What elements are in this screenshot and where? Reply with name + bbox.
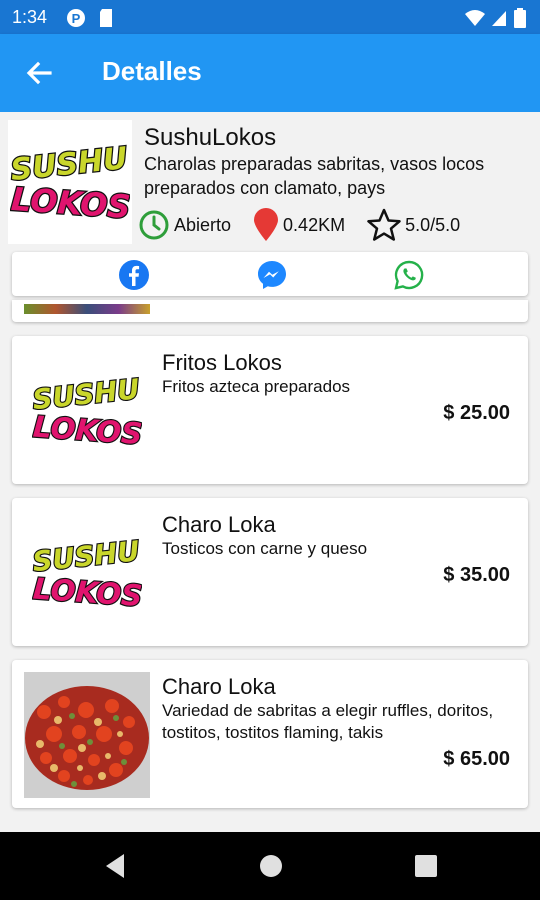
open-status: Abierto [138,209,231,241]
store-logo: SUSHU LOKOS [8,120,132,244]
sd-card-icon [100,9,112,27]
rating-label: 5.0/5.0 [405,214,461,235]
social-links [12,252,528,296]
product-price: $ 25.00 [443,402,510,424]
clock-icon [139,210,169,240]
back-nav-icon[interactable] [102,852,128,880]
product-name: Fritos Lokos [162,350,282,375]
distance: 0.42KM [253,208,345,242]
store-header: SUSHU LOKOS SushuLokos Charolas preparad… [0,112,540,252]
distance-label: 0.42KM [283,214,346,235]
product-price: $ 35.00 [443,564,510,586]
svg-text:LOKOS: LOKOS [10,180,130,226]
status-time: 1:34 [12,7,48,27]
cell-signal-icon [492,11,506,26]
product-description: Variedad de sabritas a elegir ruffles, d… [162,701,494,742]
svg-text:LOKOS: LOKOS [32,410,142,452]
product-image [24,304,150,314]
product-description: Fritos azteca preparados [162,377,351,396]
facebook-icon[interactable] [118,259,150,291]
system-nav-bar [0,832,540,900]
status-bar: 1:34 P [0,0,540,34]
product-card[interactable]: SUSHU LOKOS Charo Loka Tosticos con carn… [12,498,528,646]
store-description: Charolas preparadas sabritas, vasos loco… [144,154,485,198]
product-price: $ 65.00 [443,748,510,770]
sushulokos-logo: SUSHU LOKOS [32,534,142,614]
open-status-label: Abierto [174,214,232,235]
whatsapp-icon[interactable] [393,259,425,291]
product-image [24,672,150,798]
product-card[interactable]: Charo Loka Variedad de sabritas a elegir… [12,660,528,808]
battery-icon [514,8,526,28]
food-photo [24,672,150,798]
sushulokos-logo: SUSHU LOKOS [32,372,142,452]
home-nav-icon[interactable] [258,852,284,880]
page-title: Detalles [102,56,202,86]
arrow-left-icon[interactable] [24,58,54,88]
store-meta: Abierto 0.42KM 5.0/5.0 [138,208,482,242]
rating: 5.0/5.0 [367,208,460,242]
notification-p-icon: P [67,9,85,27]
wifi-icon [465,10,485,26]
product-description: Tosticos con carne y queso [162,539,368,558]
product-name: Charo Loka [162,512,276,537]
product-card[interactable]: SUSHU LOKOS Fritos Lokos Fritos azteca p… [12,336,528,484]
location-pin-icon [254,208,279,241]
sushulokos-logo: SUSHU LOKOS [10,140,130,228]
product-image: SUSHU LOKOS [24,510,150,636]
store-name: SushuLokos [144,124,277,151]
product-name: Charo Loka [162,674,276,699]
messenger-icon[interactable] [256,259,288,291]
svg-text:P: P [72,11,81,26]
star-icon [367,208,401,241]
product-image: SUSHU LOKOS [24,348,150,474]
app-bar: Detalles [0,34,540,112]
recents-nav-icon[interactable] [413,852,439,880]
svg-text:LOKOS: LOKOS [32,572,142,614]
product-card-partial[interactable] [12,300,528,322]
